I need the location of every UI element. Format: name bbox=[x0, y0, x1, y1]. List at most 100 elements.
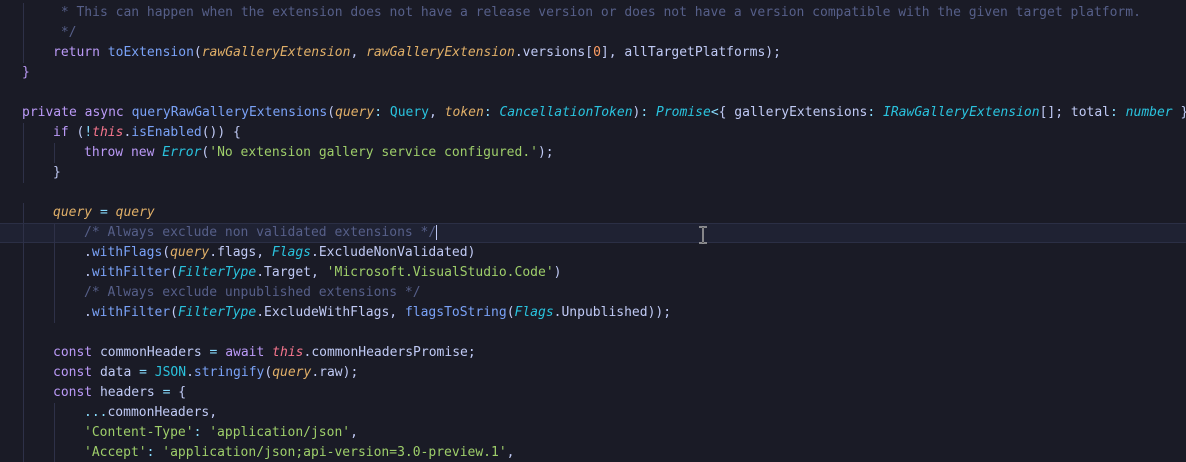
code-token: 0 bbox=[593, 45, 601, 60]
indent-guide bbox=[54, 443, 55, 462]
code-line[interactable]: query = query bbox=[0, 203, 1186, 223]
code-line[interactable] bbox=[0, 83, 1186, 103]
code-token: ) bbox=[467, 245, 476, 260]
code-line[interactable]: ...commonHeaders, bbox=[0, 403, 1186, 423]
code-line[interactable]: * This can happen when the extension doe… bbox=[0, 3, 1186, 23]
code-token: < bbox=[710, 105, 719, 120]
code-token: ); bbox=[537, 145, 554, 160]
code-token: Promise bbox=[656, 105, 711, 120]
code-token: : bbox=[146, 445, 163, 460]
code-line[interactable]: } bbox=[0, 63, 1186, 83]
code-token: ; bbox=[467, 345, 476, 360]
code-line[interactable]: 'Content-Type': 'application/json', bbox=[0, 423, 1186, 443]
code-token: : bbox=[193, 425, 210, 440]
code-line[interactable]: 'Accept': 'application/json;api-version=… bbox=[0, 443, 1186, 462]
code-token: . bbox=[256, 305, 265, 320]
code-token: } bbox=[53, 165, 61, 180]
code-token: const bbox=[53, 365, 100, 380]
code-token: private async bbox=[22, 105, 132, 120]
indent-guide bbox=[23, 263, 24, 283]
code-token: ( bbox=[506, 305, 515, 320]
code-token: , bbox=[389, 305, 405, 320]
code-line[interactable]: const headers = { bbox=[0, 383, 1186, 403]
code-token: token bbox=[444, 105, 484, 120]
indent-guide bbox=[54, 303, 55, 323]
code-token: . bbox=[256, 265, 265, 280]
indent-guide bbox=[23, 203, 24, 223]
code-token: ], bbox=[600, 45, 625, 60]
code-token: data bbox=[99, 365, 132, 380]
code-token: } bbox=[1173, 105, 1186, 120]
code-token: )); bbox=[647, 305, 672, 320]
code-token: 'Microsoft.VisualStudio.Code' bbox=[326, 265, 554, 280]
code-line[interactable]: const commonHeaders = await this.commonH… bbox=[0, 343, 1186, 363]
code-token: []; bbox=[1039, 105, 1071, 120]
indent-guide bbox=[23, 323, 24, 343]
code-line[interactable]: .withFilter(FilterType.ExcludeWithFlags,… bbox=[0, 303, 1186, 323]
code-line-current[interactable]: /* Always exclude non validated extensio… bbox=[0, 223, 1186, 244]
indent-guide bbox=[23, 123, 24, 143]
code-line[interactable]: if (!this.isEnabled()) { bbox=[0, 123, 1186, 143]
code-line[interactable]: } bbox=[0, 163, 1186, 183]
code-token: : bbox=[640, 105, 657, 120]
code-line[interactable]: const data = JSON.stringify(query.raw); bbox=[0, 363, 1186, 383]
indent-guide bbox=[23, 243, 24, 263]
code-token: const bbox=[53, 385, 100, 400]
text-ibeam-cursor-icon bbox=[699, 226, 707, 244]
code-lines[interactable]: * This can happen when the extension doe… bbox=[0, 3, 1186, 462]
code-token: commonHeaders bbox=[99, 345, 202, 360]
code-token: Query bbox=[389, 105, 430, 120]
code-token: Target bbox=[264, 265, 312, 280]
code-line[interactable] bbox=[0, 183, 1186, 203]
code-token: : bbox=[1110, 105, 1126, 120]
code-token: Error bbox=[162, 145, 202, 160]
indent-guide bbox=[23, 43, 24, 63]
code-editor[interactable]: * This can happen when the extension doe… bbox=[0, 0, 1186, 462]
code-token: . bbox=[311, 365, 320, 380]
code-token: { bbox=[718, 105, 735, 120]
indent-guide bbox=[54, 263, 55, 283]
indent-guide bbox=[23, 3, 24, 23]
code-token: } bbox=[22, 65, 30, 80]
indent-guide bbox=[23, 403, 24, 423]
code-token: , bbox=[311, 265, 327, 280]
code-token: if bbox=[53, 125, 77, 140]
code-token: */ bbox=[53, 25, 77, 40]
indent-guide bbox=[54, 403, 55, 423]
code-token: return bbox=[53, 45, 108, 60]
code-line[interactable]: throw new Error('No extension gallery se… bbox=[0, 143, 1186, 163]
code-line[interactable]: /* Always exclude unpublished extensions… bbox=[0, 283, 1186, 303]
code-token: ! bbox=[84, 125, 93, 140]
code-line[interactable]: .withFlags(query.flags, Flags.ExcludeNon… bbox=[0, 243, 1186, 263]
code-token: , bbox=[429, 105, 445, 120]
code-token: . bbox=[209, 245, 218, 260]
code-token: . bbox=[514, 45, 523, 60]
code-token: ExcludeWithFlags bbox=[264, 305, 390, 320]
code-line[interactable]: .withFilter(FilterType.Target, 'Microsof… bbox=[0, 263, 1186, 283]
code-line[interactable]: private async queryRawGalleryExtensions(… bbox=[0, 103, 1186, 123]
code-token: ... bbox=[84, 405, 108, 420]
code-token: commonHeaders bbox=[107, 405, 210, 420]
code-token: Flags bbox=[271, 245, 312, 260]
indent-guide bbox=[23, 443, 24, 462]
indent-guide bbox=[23, 23, 24, 43]
code-token: const bbox=[53, 345, 100, 360]
code-token: this bbox=[272, 345, 304, 360]
code-token: versions bbox=[522, 45, 586, 60]
code-token: ( bbox=[264, 365, 273, 380]
code-line[interactable]: return toExtension(rawGalleryExtension, … bbox=[0, 43, 1186, 63]
code-token: IRawGalleryExtension bbox=[883, 105, 1040, 120]
code-token: withFlags bbox=[91, 245, 163, 260]
code-token: ( bbox=[170, 305, 178, 320]
code-token: , bbox=[350, 425, 358, 440]
code-token: toExtension bbox=[107, 45, 194, 60]
code-token: [ bbox=[585, 45, 594, 60]
code-token: , bbox=[506, 445, 515, 460]
code-line[interactable]: */ bbox=[0, 23, 1186, 43]
code-line[interactable] bbox=[0, 323, 1186, 343]
code-token: stringify bbox=[193, 365, 265, 380]
code-token: query bbox=[115, 205, 155, 220]
code-token: * This can happen when the extension doe… bbox=[53, 5, 1141, 20]
code-token: . bbox=[311, 245, 319, 260]
code-token: raw bbox=[319, 365, 343, 380]
